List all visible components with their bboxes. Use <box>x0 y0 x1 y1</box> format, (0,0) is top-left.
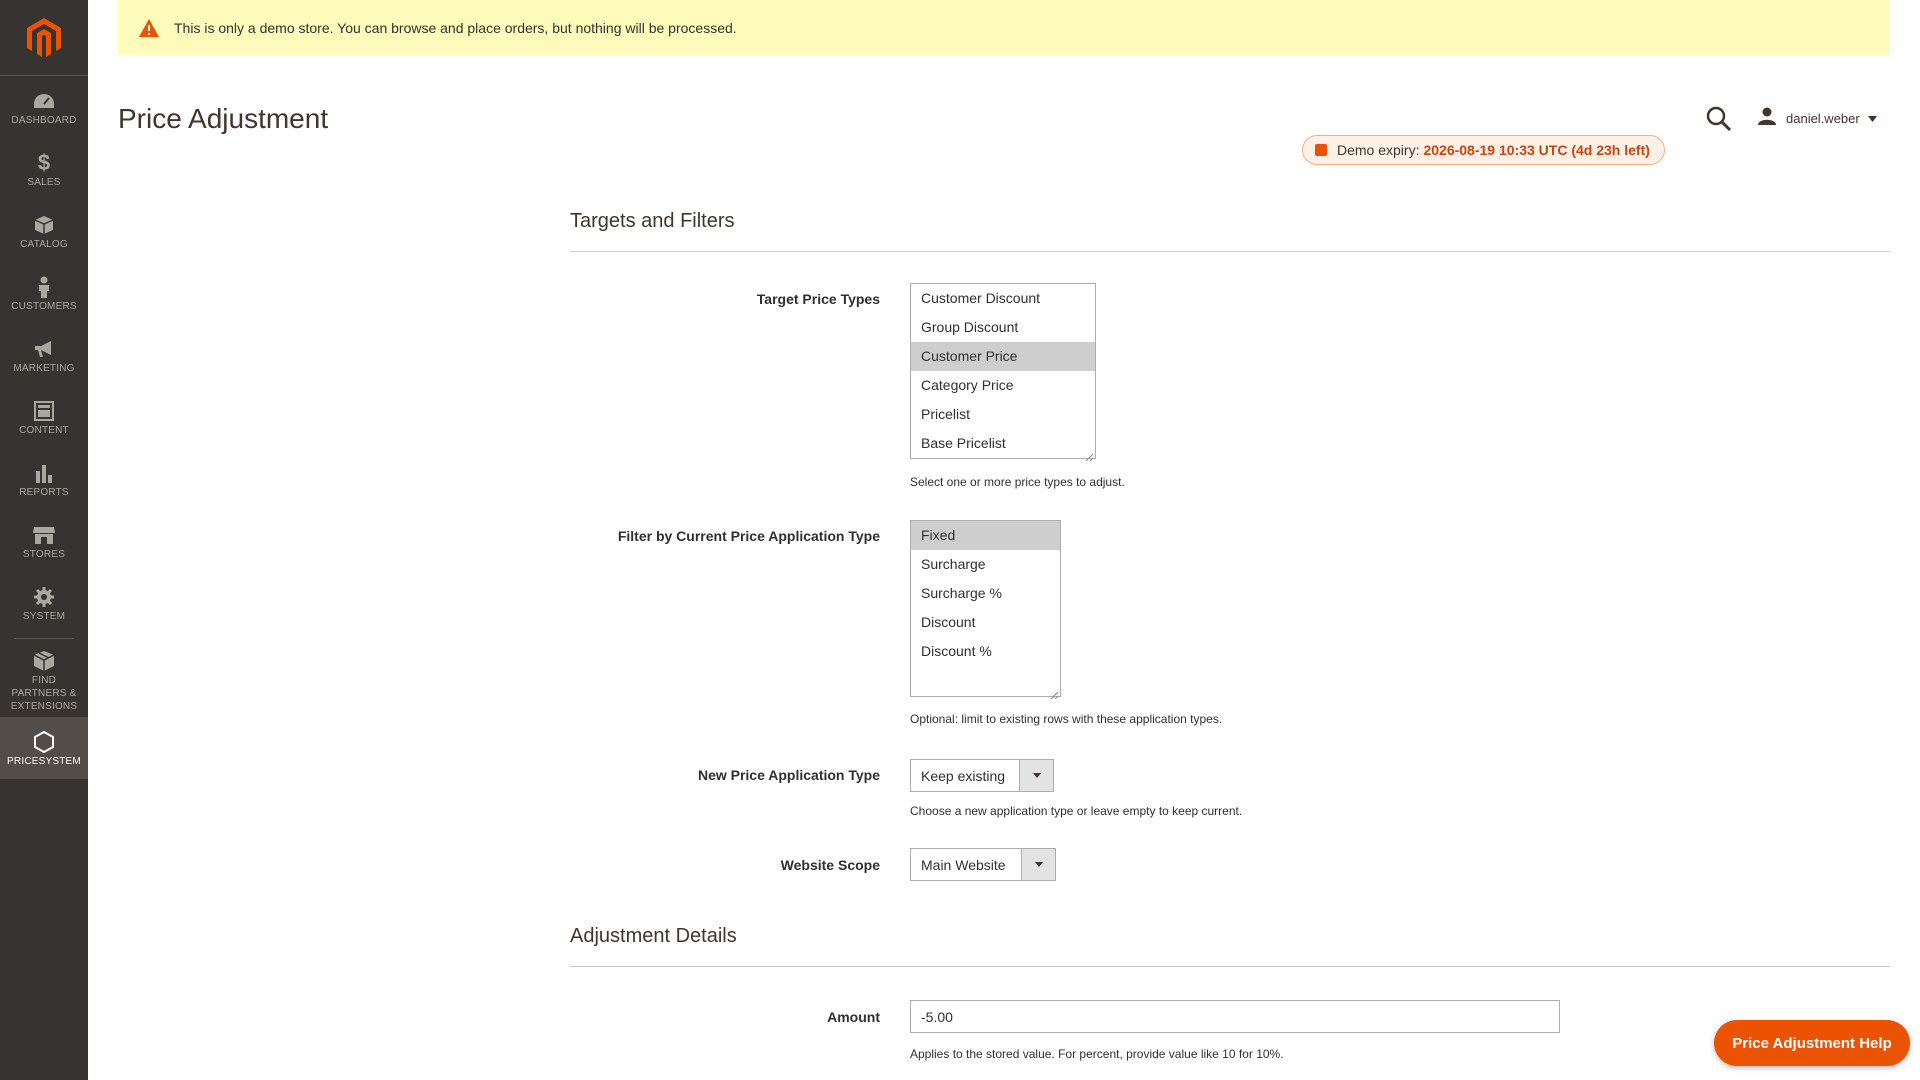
cube-icon <box>34 212 54 238</box>
nav-label: CONTENT <box>19 424 69 436</box>
magento-logo[interactable] <box>0 0 88 76</box>
new-application-note: Choose a new application type or leave e… <box>910 804 1243 818</box>
nav-label: STORES <box>22 548 66 560</box>
expiry-indicator-icon <box>1315 144 1327 156</box>
select-value: Keep existing <box>921 767 1006 784</box>
nav-find-partners[interactable]: FIND PARTNERS & EXTENSIONS <box>0 643 88 717</box>
section-title-adjustment: Adjustment Details <box>570 925 737 947</box>
section-divider <box>570 966 1890 967</box>
section-title-targets: Targets and Filters <box>570 210 735 232</box>
list-option[interactable]: Discount % <box>911 637 1060 666</box>
filter-application-listbox[interactable]: Fixed Surcharge Surcharge % Discount Dis… <box>910 520 1061 700</box>
dollar-icon: $ <box>37 149 51 175</box>
nav-label: CUSTOMERS <box>11 300 77 312</box>
resize-handle-icon[interactable] <box>1050 686 1059 700</box>
price-adjustment-help-button[interactable]: Price Adjustment Help <box>1714 1020 1910 1066</box>
nav-label: SALES <box>27 176 61 188</box>
gear-icon <box>33 584 55 610</box>
megaphone-icon <box>33 336 55 362</box>
hexagon-icon <box>34 729 54 755</box>
nav-dashboard[interactable]: DASHBOARD <box>0 76 88 138</box>
expiry-label: Demo expiry: <box>1337 142 1420 158</box>
nav-marketing[interactable]: MARKETING <box>0 324 88 386</box>
list-option[interactable]: Surcharge <box>911 550 1060 579</box>
nav-label: PRICESYSTEM <box>7 755 81 767</box>
nav-catalog[interactable]: CATALOG <box>0 200 88 262</box>
select-value: Main Website <box>921 856 1006 873</box>
list-option[interactable]: Pricelist <box>911 400 1095 429</box>
nav-content[interactable]: CONTENT <box>0 386 88 448</box>
list-option[interactable]: Customer Discount <box>911 284 1095 313</box>
new-application-label: New Price Application Type <box>697 767 880 783</box>
target-price-types-note: Select one or more price types to adjust… <box>910 475 1125 489</box>
resize-handle-icon[interactable] <box>1085 448 1094 462</box>
search-button[interactable] <box>1706 106 1734 134</box>
demo-store-banner: This is only a demo store. You can brows… <box>118 0 1890 55</box>
website-scope-label: Website Scope <box>780 857 880 873</box>
chevron-down-icon <box>1867 109 1877 127</box>
nav-label: FIND PARTNERS & EXTENSIONS <box>10 674 78 712</box>
chevron-down-icon <box>1021 849 1055 880</box>
nav-label: DASHBOARD <box>11 114 77 126</box>
list-option[interactable]: Base Pricelist <box>911 429 1095 458</box>
bar-chart-icon <box>34 460 54 486</box>
layout-icon <box>34 398 54 424</box>
person-icon <box>37 274 51 300</box>
nav-stores[interactable]: STORES <box>0 510 88 572</box>
nav-divider <box>14 638 74 639</box>
demo-expiry-badge: Demo expiry: 2026-08-19 10:33 UTC (4d 23… <box>1302 135 1665 165</box>
admin-sidebar: DASHBOARD $ SALES CATALOG CUSTOMERS MARK… <box>0 0 88 1080</box>
dashboard-icon <box>32 88 56 114</box>
list-option[interactable]: Discount <box>911 608 1060 637</box>
list-option-selected[interactable]: Customer Price <box>911 342 1095 371</box>
section-divider <box>570 251 1890 252</box>
chevron-down-icon <box>1019 760 1053 791</box>
amount-label: Amount <box>827 1009 880 1025</box>
amount-input[interactable] <box>910 1000 1560 1033</box>
list-option[interactable]: Group Discount <box>911 313 1095 342</box>
username: daniel.weber <box>1786 110 1860 126</box>
banner-text: This is only a demo store. You can brows… <box>174 19 737 36</box>
website-scope-select[interactable]: Main Website <box>910 848 1056 881</box>
filter-application-note: Optional: limit to existing rows with th… <box>910 712 1223 726</box>
nav-sales[interactable]: $ SALES <box>0 138 88 200</box>
box-icon <box>33 648 55 674</box>
nav-customers[interactable]: CUSTOMERS <box>0 262 88 324</box>
nav-label: SYSTEM <box>22 610 66 622</box>
page-title: Price Adjustment <box>118 103 329 134</box>
user-account-menu[interactable]: daniel.weber <box>1758 106 1877 130</box>
nav-label: CATALOG <box>20 238 68 250</box>
search-icon <box>1706 106 1732 136</box>
filter-application-label: Filter by Current Price Application Type <box>617 528 880 544</box>
list-option[interactable]: Category Price <box>911 371 1095 400</box>
user-icon <box>1758 107 1776 130</box>
nav-system[interactable]: SYSTEM <box>0 572 88 634</box>
store-icon <box>32 522 56 548</box>
expiry-value: 2026-08-19 10:33 UTC (4d 23h left) <box>1423 142 1650 158</box>
nav-label: REPORTS <box>19 486 69 498</box>
list-option[interactable]: Surcharge % <box>911 579 1060 608</box>
new-application-select[interactable]: Keep existing <box>910 759 1054 792</box>
target-price-types-label: Target Price Types <box>756 291 880 307</box>
list-option-selected[interactable]: Fixed <box>911 521 1060 550</box>
target-price-types-listbox[interactable]: Customer Discount Group Discount Custome… <box>910 283 1096 462</box>
warning-icon <box>138 18 160 38</box>
amount-note: Applies to the stored value. For percent… <box>910 1047 1284 1061</box>
nav-pricesystem[interactable]: PRICESYSTEM <box>0 717 88 779</box>
nav-reports[interactable]: REPORTS <box>0 448 88 510</box>
nav-label: MARKETING <box>13 362 75 374</box>
